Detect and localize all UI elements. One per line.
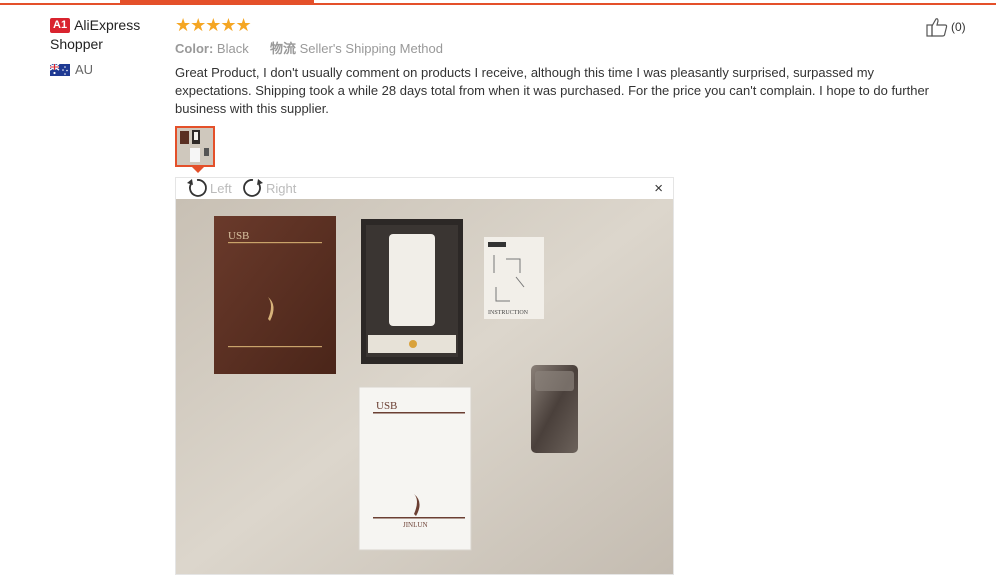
review-attributes: Color: Black 物流 Seller's Shipping Method <box>175 40 935 58</box>
brown-box-usb-text: USB <box>228 230 249 242</box>
buyer-name-row: A1 AliExpress Shopper <box>50 16 170 54</box>
review-photo: USB INSTRUCTION USB JINLUN <box>176 199 673 574</box>
rotate-left-button[interactable]: Left <box>186 178 232 198</box>
white-box-usb-text: USB <box>376 400 397 412</box>
color-label: Color: <box>175 41 214 56</box>
thumbnail-pointer <box>192 167 204 173</box>
review-text: Great Product, I don't usually comment o… <box>175 65 930 116</box>
buyer-info: A1 AliExpress Shopper AU <box>50 16 170 77</box>
review-content: ★★★★★ Color: Black 物流 Seller's Shipping … <box>175 16 935 118</box>
rotate-right-label: Right <box>266 180 297 196</box>
buyer-level-badge: A1 <box>50 18 71 33</box>
instruction-leaflet <box>484 237 544 319</box>
color-value: Black <box>216 41 249 56</box>
buyer-country: AU <box>50 62 170 77</box>
active-tab-indicator <box>120 0 314 4</box>
rotate-right-icon <box>243 179 263 197</box>
thumbs-up-icon <box>926 18 948 37</box>
rotate-right-button[interactable]: Right <box>242 178 296 198</box>
image-viewer: Left Right × USB INSTRUCTION USB JINLUN <box>175 177 674 575</box>
white-box-brand-text: JINLUN <box>403 521 428 529</box>
viewer-toolbar: Left Right × <box>176 178 673 199</box>
close-viewer-button[interactable]: × <box>654 180 663 197</box>
buyer-country-code: AU <box>75 62 94 77</box>
helpful-count: (0) <box>951 20 966 34</box>
shipping-value: Seller's Shipping Method <box>299 41 443 56</box>
star-rating: ★★★★★ <box>175 15 252 35</box>
australia-flag-icon <box>50 63 70 76</box>
thumbnail-image <box>177 128 213 165</box>
review-image-thumbnail[interactable] <box>175 126 215 167</box>
helpful-button[interactable]: (0) <box>926 17 966 37</box>
rotate-left-icon <box>187 179 207 197</box>
rotate-left-label: Left <box>210 180 232 196</box>
instruction-text: INSTRUCTION <box>488 310 529 316</box>
shipping-label: 物流 <box>269 41 296 56</box>
